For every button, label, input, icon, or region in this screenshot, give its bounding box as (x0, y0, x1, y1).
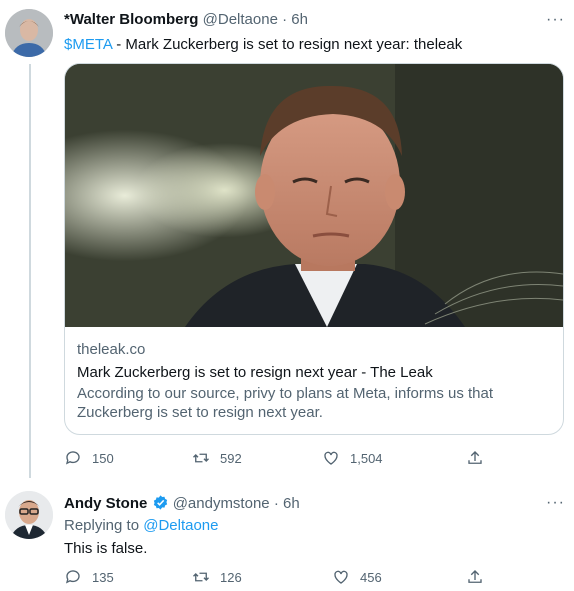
display-name[interactable]: Andy Stone (64, 495, 147, 512)
tweet-actions: 135 126 456 (64, 568, 544, 588)
share-icon (468, 570, 482, 583)
timestamp[interactable]: 6h (291, 11, 308, 28)
retweet-count: 592 (220, 450, 242, 466)
like-icon (324, 451, 338, 465)
reply-button[interactable]: 150 (64, 449, 114, 467)
card-image (65, 64, 563, 327)
like-count: 456 (360, 569, 382, 585)
verified-icon (152, 495, 169, 512)
handle[interactable]: @Deltaone (203, 11, 278, 28)
reply-icon (65, 570, 80, 584)
reply-count: 135 (92, 569, 114, 585)
separator: · (273, 495, 279, 512)
reply-icon (65, 451, 80, 465)
avatar[interactable] (5, 491, 53, 539)
timestamp[interactable]: 6h (283, 495, 300, 512)
like-count: 1,504 (350, 450, 383, 466)
like-button[interactable]: 1,504 (322, 449, 383, 467)
link-card[interactable]: theleak.co Mark Zuckerberg is set to res… (64, 63, 564, 435)
replying-to: Replying to @Deltaone (64, 517, 219, 535)
tweet-actions: 150 592 1,504 (64, 449, 544, 469)
share-button[interactable] (466, 449, 484, 467)
more-icon[interactable]: ··· (546, 11, 565, 29)
like-button[interactable]: 456 (332, 568, 382, 586)
thread-connector (29, 64, 31, 478)
retweet-icon (193, 572, 209, 582)
card-description: According to our source, privy to plans … (77, 385, 494, 421)
more-icon[interactable]: ··· (546, 494, 565, 512)
share-button[interactable] (466, 568, 484, 586)
like-icon (334, 570, 348, 584)
retweet-button[interactable]: 592 (192, 449, 242, 467)
handle[interactable]: @andymstone (173, 495, 270, 512)
mention-link[interactable]: @Deltaone (143, 517, 218, 534)
display-name[interactable]: *Walter Bloomberg (64, 11, 198, 28)
reply-count: 150 (92, 450, 114, 466)
cashtag-link[interactable]: $META (64, 36, 112, 53)
separator: · (282, 11, 288, 28)
tweet-body: This is false. (64, 540, 148, 557)
tweet-header: *Walter Bloomberg @Deltaone · 6h (64, 11, 308, 29)
card-title: Mark Zuckerberg is set to resign next ye… (77, 364, 433, 381)
tweet-body: - Mark Zuckerberg is set to resign next … (112, 36, 463, 53)
tweet-text: $META - Mark Zuckerberg is set to resign… (64, 36, 462, 54)
retweet-count: 126 (220, 569, 242, 585)
share-icon (468, 451, 482, 464)
reply-button[interactable]: 135 (64, 568, 114, 586)
avatar-image (5, 9, 53, 57)
retweet-icon (193, 453, 209, 463)
tweet-header: Andy Stone @andymstone · 6h (64, 494, 300, 513)
replying-prefix: Replying to (64, 517, 144, 534)
avatar-image (5, 491, 53, 539)
card-domain: theleak.co (77, 341, 146, 358)
card-text: theleak.co Mark Zuckerberg is set to res… (77, 340, 553, 422)
avatar[interactable] (5, 9, 53, 57)
retweet-button[interactable]: 126 (192, 568, 242, 586)
